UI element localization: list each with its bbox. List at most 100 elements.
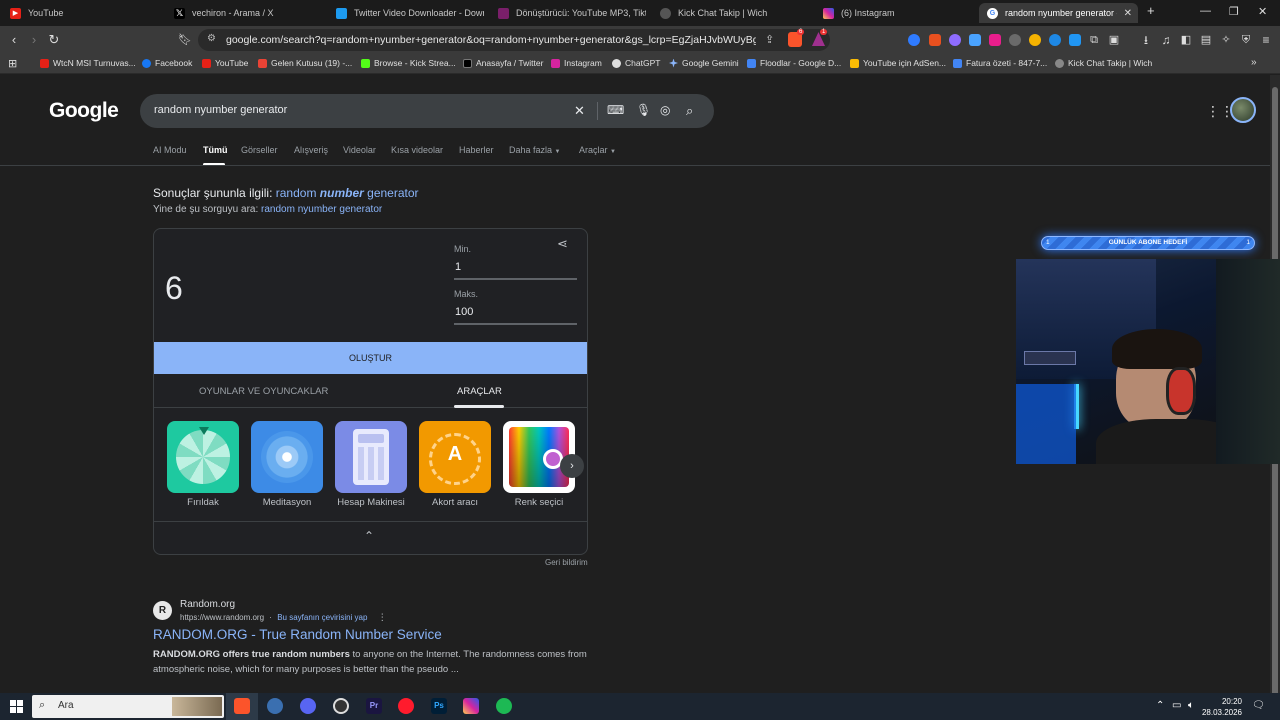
feedback-link[interactable]: Geri bildirim [545,558,588,567]
browser-tab[interactable]: Kick Chat Takip | Wich [652,3,812,23]
spinner-tool[interactable] [167,421,239,493]
extension-icon[interactable] [929,34,941,46]
keyboard-icon[interactable]: ⌨ [607,103,624,117]
extension-icon[interactable] [949,34,961,46]
bookmark-item[interactable]: Floodlar - Google D... [747,58,841,68]
result-title-link[interactable]: RANDOM.ORG - True Random Number Service [153,627,442,642]
puzzle-icon[interactable]: ⧉ [1086,32,1102,48]
result-favicon[interactable]: R [153,601,172,620]
browser-tab[interactable]: ▶ YouTube [2,3,162,23]
google-logo[interactable]: Google [49,99,119,123]
carousel-next-icon[interactable]: › [560,454,584,478]
close-tab-icon[interactable]: ✕ [1124,8,1132,19]
tab-short-videos[interactable]: Kısa videolar [391,145,443,155]
leo-icon[interactable]: ✧ [1218,32,1234,48]
tray-overflow-icon[interactable]: ⌃ [1156,700,1164,711]
address-bar[interactable]: ⚙︎ google.com/search?q=random+nyumber+ge… [198,29,830,51]
bookmark-item[interactable]: Google Gemini [669,58,739,68]
brave-icon[interactable] [234,698,250,714]
tab-videos[interactable]: Videolar [343,145,376,155]
browser-tab[interactable]: 𝕏vechiron - Arama / X [166,3,326,23]
extension-icon[interactable] [1009,34,1021,46]
bookmark-item[interactable]: ChatGPT [612,58,660,68]
extension-icon[interactable] [1029,34,1041,46]
restore-icon[interactable]: ❐ [1229,5,1239,18]
vpn-icon[interactable]: ⛨ [1238,32,1254,48]
collapse-chevron-icon[interactable]: ⌃ [364,529,374,543]
browser-tab[interactable]: Twitter Video Downloader - Downlo [328,3,484,23]
bookmark-item[interactable]: Facebook [142,58,192,68]
more-bookmarks-icon[interactable]: » [1251,57,1257,68]
tuner-tool[interactable]: A [419,421,491,493]
tab-all[interactable]: Tümü [203,145,228,155]
instagram-icon[interactable] [463,698,479,714]
original-query-link[interactable]: random nyumber generator [261,204,382,215]
opera-icon[interactable] [398,698,414,714]
taskbar-clock[interactable]: 20:20 28.03.2026 [1200,696,1242,718]
lens-icon[interactable]: ◎ [660,103,670,117]
close-window-icon[interactable]: ✕ [1258,5,1267,18]
share-page-icon[interactable]: ⇪ [765,33,774,46]
search-icon[interactable]: ⌕ [686,103,693,119]
extension-icon[interactable] [969,34,981,46]
result-url-text[interactable]: https://www.random.org [180,613,264,622]
bookmark-item[interactable]: Browse - Kick Strea... [361,58,456,68]
minimize-icon[interactable]: — [1200,5,1211,17]
browser-tab[interactable]: (6) Instagram [815,3,975,23]
min-input[interactable]: 1 [455,261,461,273]
bookmark-item[interactable]: Anasayfa / Twitter [463,58,543,68]
bookmark-item[interactable]: Kick Chat Takip | Wich [1055,58,1152,68]
tab-tools[interactable]: Araçlar ▼ [579,145,616,155]
new-tab-icon[interactable]: + [1147,3,1155,18]
tab-ai-mode[interactable]: AI Modu [153,145,187,155]
share-icon[interactable]: ⋖ [557,236,568,252]
bookmark-item[interactable]: YouTube [202,58,248,68]
more-options-icon[interactable]: ⋮ [378,612,387,622]
spotify-icon[interactable] [496,698,512,714]
forward-icon[interactable]: › [26,32,42,48]
windows-start-icon[interactable] [10,700,23,713]
wallet-icon[interactable]: ▤ [1198,32,1214,48]
network-icon[interactable]: ▭ [1172,700,1181,711]
volume-icon[interactable]: 🔈︎ [1188,700,1194,711]
extension-icon[interactable] [1069,34,1081,46]
tab-more[interactable]: Daha fazla ▼ [509,145,561,155]
search-box[interactable]: random nyumber generator ✕ ⌨ 🎙︎ ◎ ⌕ [140,94,714,128]
back-icon[interactable]: ‹ [6,32,22,48]
bookmark-item[interactable]: WtcN MSI Turnuvas... [40,58,136,68]
discord-icon[interactable] [300,698,316,714]
extension-icon[interactable] [908,34,920,46]
avatar[interactable] [1230,97,1256,123]
notifications-icon[interactable]: 🗨︎ [1252,700,1265,711]
reload-icon[interactable]: ↻ [46,32,62,48]
extension-icon[interactable] [989,34,1001,46]
browser-tab-active[interactable]: Grandom nyumber generator - G ✕ [979,3,1138,23]
result-site-name[interactable]: Random.org [180,599,235,610]
photoshop-icon[interactable]: Ps [431,698,447,714]
tab-tools-subtab[interactable]: ARAÇLAR [457,386,502,397]
browser-tab[interactable]: Dönüştürücü: YouTube MP3, Tiktok M [490,3,646,23]
obs-icon[interactable] [333,698,349,714]
translate-link[interactable]: Bu sayfanın çevirisini yap [277,613,367,622]
generate-button[interactable]: OLUŞTUR [154,342,587,374]
tab-news[interactable]: Haberler [459,145,494,155]
bookmark-item[interactable]: Instagram [551,58,602,68]
clear-icon[interactable]: ✕ [574,103,585,119]
taskbar-search[interactable]: ⌕ Ara [32,695,224,718]
tab-games-toys[interactable]: OYUNLAR VE OYUNCAKLAR [199,386,328,397]
tab-images[interactable]: Görseller [241,145,278,155]
bookmark-icon[interactable]: 🔖︎ [177,32,193,48]
site-info-icon[interactable]: ⚙︎ [207,33,216,44]
sidebar-icon[interactable]: ◧ [1178,32,1194,48]
bookmark-item[interactable]: YouTube için AdSen... [850,58,946,68]
menu-icon[interactable]: ≡ [1258,32,1274,48]
tab-search-icon[interactable]: ▣ [1106,32,1122,48]
max-input[interactable]: 100 [455,306,473,318]
calculator-tool[interactable] [335,421,407,493]
premiere-icon[interactable]: Pr [366,698,382,714]
media-icon[interactable]: ♫ [1158,32,1174,48]
tab-shopping[interactable]: Alışveriş [294,145,328,155]
extension-icon[interactable] [1049,34,1061,46]
meditation-tool[interactable] [251,421,323,493]
bookmark-item[interactable]: Fatura özeti - 847-7... [953,58,1047,68]
